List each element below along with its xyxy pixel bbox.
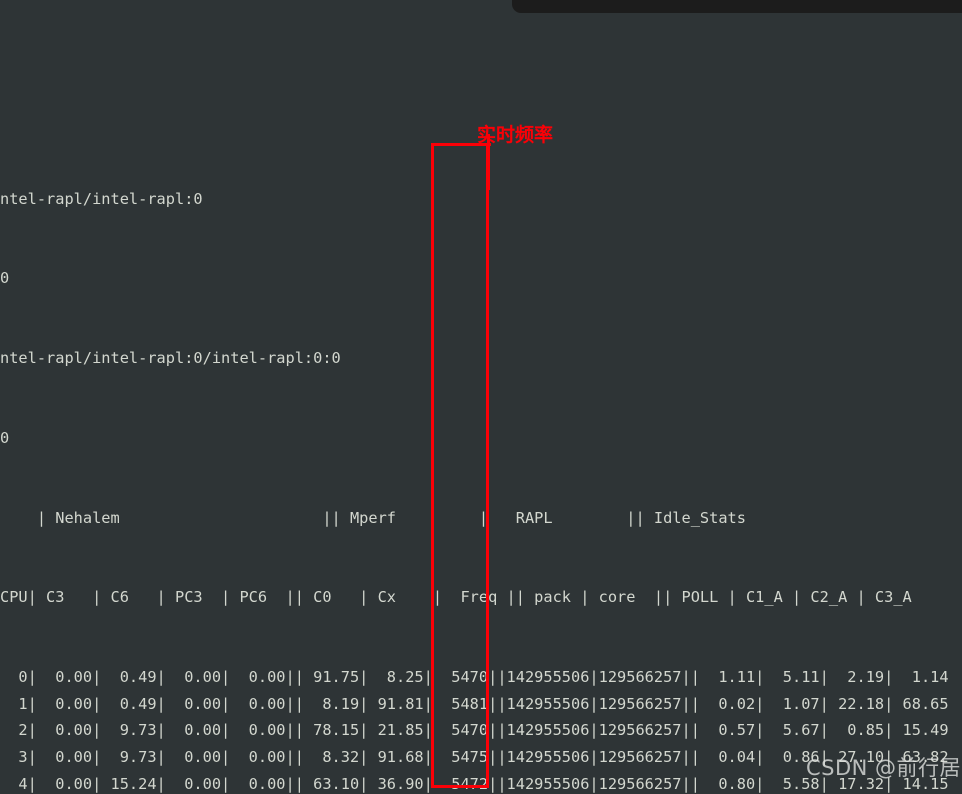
table-row: 2| 0.00| 9.73| 0.00| 0.00|| 78.15| 21.85… <box>0 721 949 740</box>
freq-annotation-label: 实时频率 <box>477 124 554 146</box>
preamble-line-3: 0 <box>0 428 10 447</box>
preamble-line-0: ntel-rapl/intel-rapl:0 <box>0 189 203 208</box>
terminal-output[interactable]: ntel-rapl/intel-rapl:0 0 ntel-rapl/intel… <box>0 0 962 794</box>
terminal-screenshot: ntel-rapl/intel-rapl:0 0 ntel-rapl/intel… <box>0 0 962 794</box>
preamble-line-1: 0 <box>0 269 10 288</box>
table-group-header: | Nehalem || Mperf | RAPL || Idle_Stats <box>0 508 746 527</box>
csdn-watermark: CSDN @前行居士 <box>806 756 962 780</box>
table-column-header: CPU| C3 | C6 | PC3 | PC6 || C0 | Cx | Fr… <box>0 588 912 607</box>
table-row: 0| 0.00| 0.49| 0.00| 0.00|| 91.75| 8.25|… <box>0 668 949 687</box>
preamble-line-2: ntel-rapl/intel-rapl:0/intel-rapl:0:0 <box>0 349 341 368</box>
clipped-top-line <box>0 53 962 63</box>
table-row: 1| 0.00| 0.49| 0.00| 0.00|| 8.19| 91.81|… <box>0 694 949 713</box>
